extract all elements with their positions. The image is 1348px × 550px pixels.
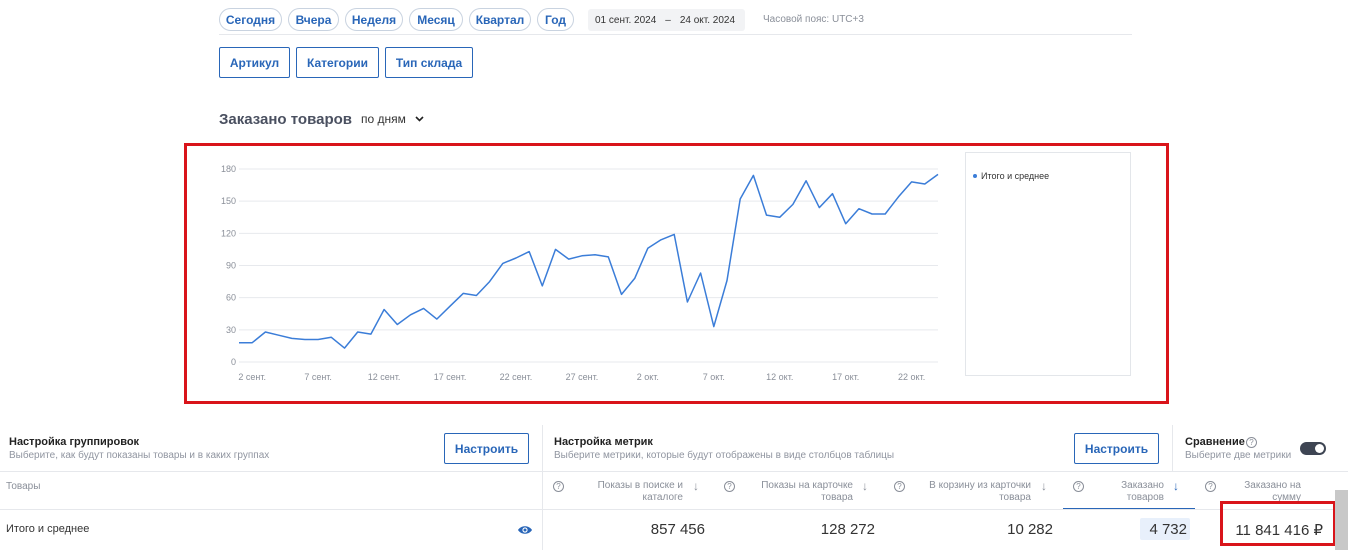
header-line: Показы в поиске и bbox=[597, 480, 683, 491]
header-line: В корзину из карточки bbox=[929, 480, 1031, 491]
sort-arrow-icon[interactable]: ↓ bbox=[862, 479, 868, 493]
comparison-subtitle: Выберите две метрики bbox=[1185, 450, 1292, 461]
chart-highlight-box bbox=[184, 143, 1169, 404]
toggle-knob bbox=[1315, 444, 1324, 453]
comparison-title: Сравнение bbox=[1185, 436, 1245, 448]
groupings-configure-button[interactable]: Настроить bbox=[444, 433, 529, 464]
table-header-border bbox=[0, 471, 1348, 472]
sort-arrow-icon[interactable]: ↓ bbox=[1173, 479, 1179, 493]
column-header-card-views[interactable]: Показы на карточке товара bbox=[750, 480, 853, 504]
help-icon[interactable]: ? bbox=[1073, 481, 1084, 492]
cell-ordered-items: 4 732 bbox=[1149, 521, 1187, 538]
help-icon[interactable]: ? bbox=[553, 481, 564, 492]
help-icon[interactable]: ? bbox=[724, 481, 735, 492]
row-label: Итого и среднее bbox=[6, 523, 90, 535]
metrics-subtitle: Выберите метрики, которые будут отображе… bbox=[554, 450, 895, 461]
metrics-title: Настройка метрик bbox=[554, 436, 653, 448]
header-line: Заказано bbox=[1121, 480, 1164, 491]
products-column-header: Товары bbox=[6, 481, 41, 492]
divider bbox=[1172, 425, 1173, 471]
help-icon[interactable]: ? bbox=[1205, 481, 1216, 492]
help-icon[interactable]: ? bbox=[1246, 437, 1257, 448]
row-border bbox=[0, 509, 1348, 510]
groupings-subtitle: Выберите, как будут показаны товары и в … bbox=[9, 450, 270, 461]
groupings-title: Настройка группировок bbox=[9, 436, 140, 448]
eye-icon[interactable] bbox=[517, 524, 533, 536]
header-line: каталоге bbox=[642, 492, 683, 503]
header-line: Заказано на bbox=[1244, 480, 1301, 491]
header-line: Показы на карточке bbox=[761, 480, 853, 491]
metrics-configure-button[interactable]: Настроить bbox=[1074, 433, 1159, 464]
cell-add-to-cart: 10 282 bbox=[1007, 521, 1053, 538]
header-line: товаров bbox=[1126, 492, 1164, 503]
sort-arrow-icon[interactable]: ↓ bbox=[693, 479, 699, 493]
column-header-ordered-items[interactable]: Заказано товаров bbox=[1100, 480, 1164, 504]
column-header-search-views[interactable]: Показы в поиске и каталоге bbox=[586, 480, 683, 504]
comparison-toggle[interactable] bbox=[1300, 442, 1326, 455]
header-line: товара bbox=[821, 492, 853, 503]
column-header-add-to-cart[interactable]: В корзину из карточки товара bbox=[917, 480, 1031, 504]
cell-search-views: 857 456 bbox=[650, 521, 705, 538]
divider bbox=[542, 425, 543, 550]
header-line: товара bbox=[999, 492, 1031, 503]
sum-highlight-box bbox=[1220, 501, 1336, 546]
sort-arrow-icon[interactable]: ↓ bbox=[1041, 479, 1047, 493]
help-icon[interactable]: ? bbox=[894, 481, 905, 492]
scrollbar[interactable] bbox=[1335, 490, 1348, 550]
cell-card-views: 128 272 bbox=[820, 521, 875, 538]
